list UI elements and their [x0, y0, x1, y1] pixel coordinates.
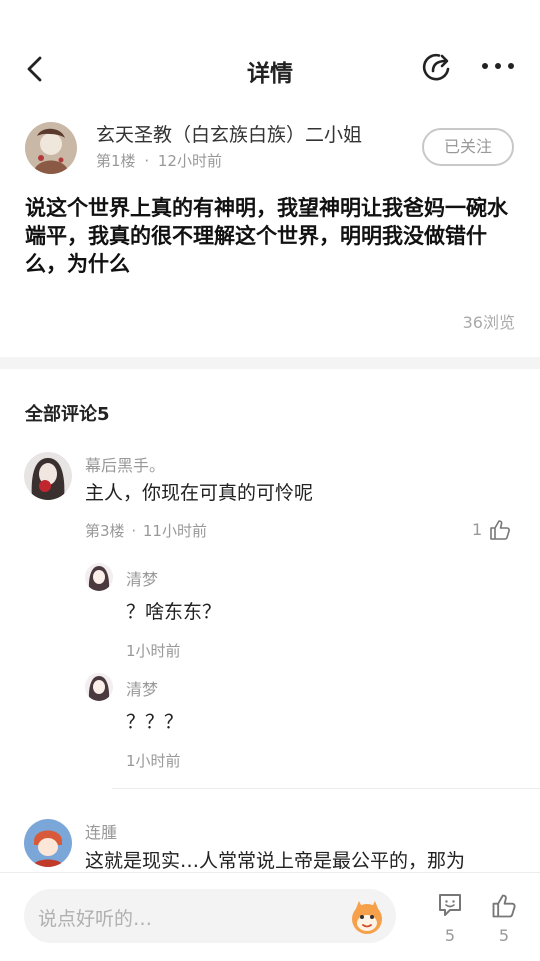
post-time: 12小时前	[157, 152, 222, 170]
emoji-mascot-icon[interactable]	[347, 897, 387, 937]
comment-text: 这就是现实…人常常说上帝是最公平的，那为	[85, 850, 466, 872]
like-count: 5	[498, 926, 510, 945]
comment-meta: 第3楼 · 11小时前	[85, 520, 207, 541]
comment-time: 11小时前	[142, 522, 207, 540]
reply-text: ？啥东东？	[126, 601, 222, 623]
comment-floor: 第3楼	[85, 522, 125, 540]
comment-count: 5	[444, 926, 456, 945]
more-icon[interactable]	[480, 56, 516, 76]
comment-avatar[interactable]	[24, 452, 72, 500]
author-name[interactable]: 玄天圣教（白玄族白族）二小姐	[96, 120, 362, 147]
reply-author[interactable]: 清梦	[126, 676, 158, 700]
section-divider	[0, 357, 540, 369]
reply-author[interactable]: 清梦	[126, 566, 158, 590]
page-title: 详情	[247, 61, 293, 87]
comment-author[interactable]: 连腫	[85, 819, 117, 843]
meta-separator: ·	[144, 152, 150, 170]
comment-icon[interactable]	[436, 891, 464, 919]
post-floor: 第1楼	[96, 152, 136, 170]
reply-text: ？？？	[126, 711, 184, 733]
thumbs-up-icon[interactable]	[490, 892, 518, 920]
reply-time: 1小时前	[126, 642, 181, 660]
author-avatar[interactable]	[25, 122, 77, 174]
comment-avatar[interactable]	[24, 819, 72, 867]
reply-avatar[interactable]	[85, 563, 113, 591]
thumbs-up-icon[interactable]	[488, 518, 512, 542]
post-content: 说这个世界上真的有神明，我望神明让我爸妈一碗水端平，我真的很不理解这个世界，明明…	[25, 196, 508, 276]
comments-header: 全部评论5	[25, 404, 110, 425]
comment-text: 主人，你现在可真的可怜呢	[85, 482, 314, 504]
reply-avatar[interactable]	[85, 673, 113, 701]
top-nav-bar: 详情	[0, 0, 540, 110]
view-count: 36浏览	[462, 313, 515, 332]
post-meta: 第1楼 · 12小时前	[96, 150, 222, 171]
comment-author[interactable]: 幕后黑手。	[85, 452, 165, 476]
comment-divider	[112, 788, 540, 789]
comment-like-count: 1	[472, 520, 483, 539]
comment-input-placeholder: 说点好听的…	[38, 908, 153, 930]
reply-time: 1小时前	[126, 752, 181, 770]
follow-button[interactable]: 已关注	[422, 128, 514, 166]
meta-separator: ·	[131, 522, 137, 540]
share-icon[interactable]	[421, 50, 455, 84]
